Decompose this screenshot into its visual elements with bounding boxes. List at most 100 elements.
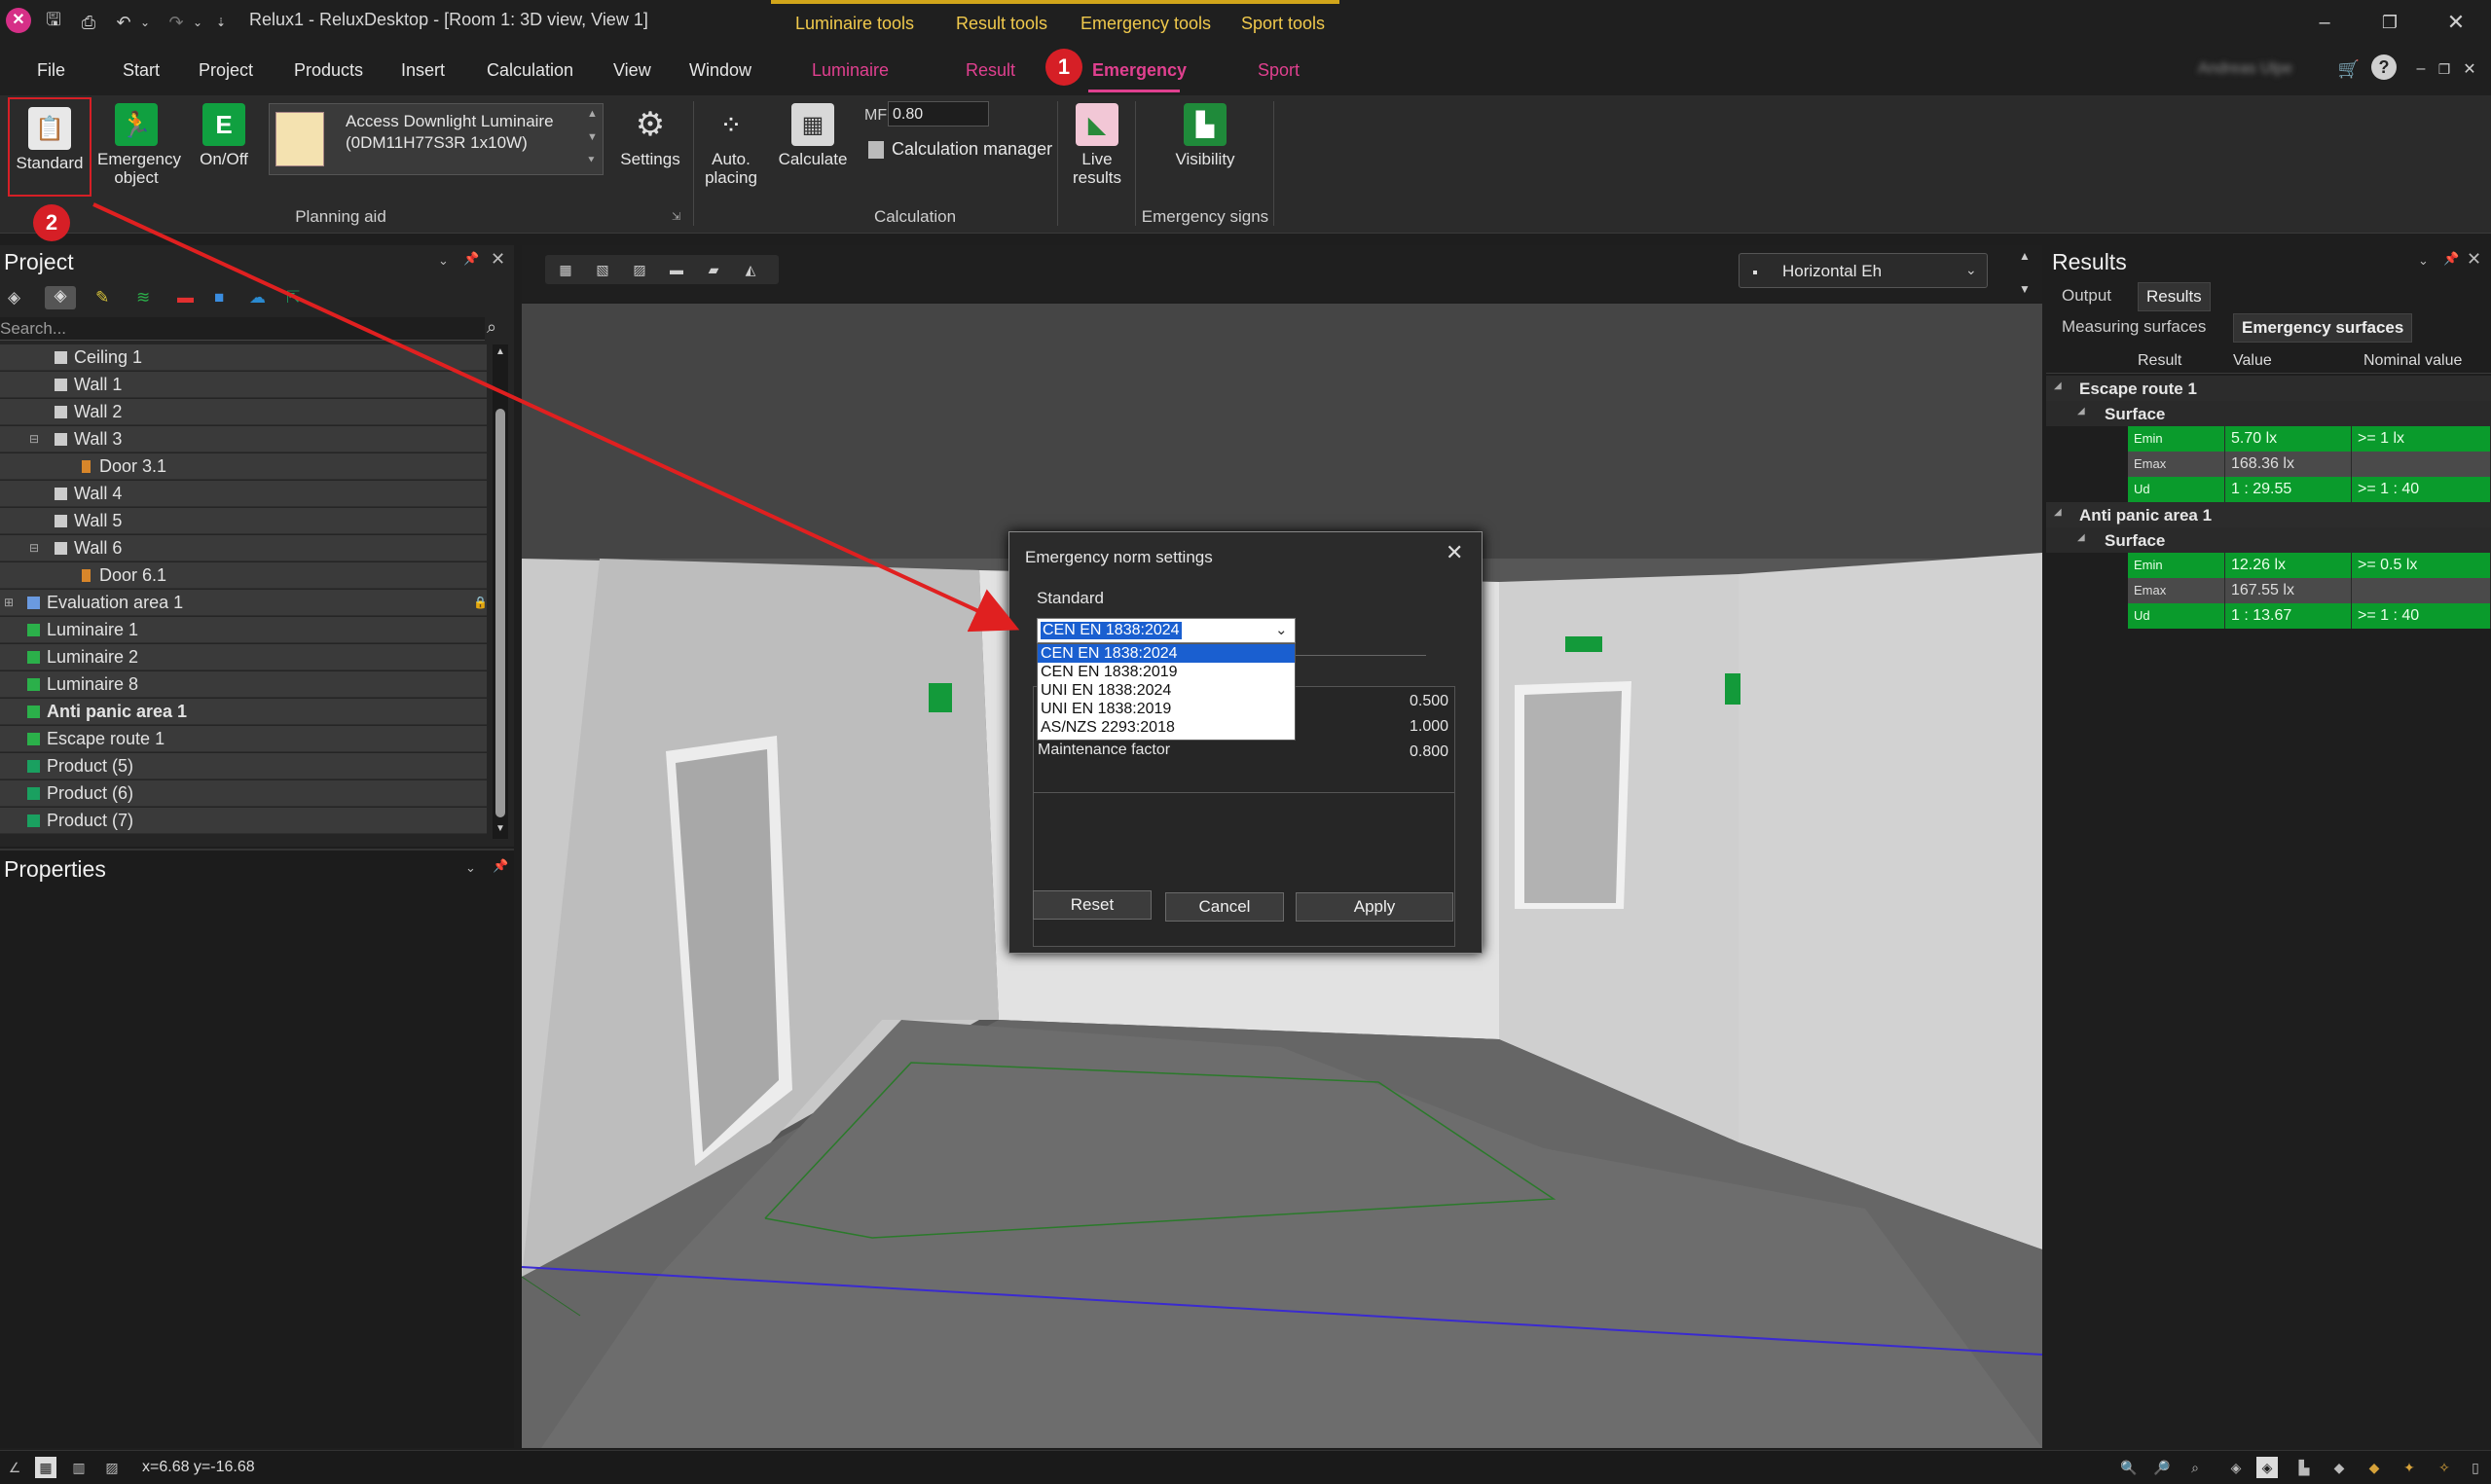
collapse-icon[interactable]: ⊟ (29, 535, 39, 561)
planning-aid-launcher-icon[interactable]: ⇲ (672, 210, 680, 223)
dropdown-option[interactable]: UNI EN 1838:2019 (1038, 700, 1295, 718)
tree-item[interactable]: Wall 2 (0, 399, 487, 425)
tree-item[interactable]: Luminaire 8 (0, 671, 487, 698)
menu-project[interactable]: Project (199, 45, 253, 95)
collapse-icon[interactable]: ◢ (2054, 380, 2062, 391)
object-icon[interactable]: ◆ (2363, 1457, 2385, 1478)
tree-item[interactable]: Luminaire 1 (0, 617, 487, 643)
menu-result[interactable]: Result (966, 45, 1015, 95)
top-view-icon[interactable]: ▧ (590, 257, 615, 282)
chart-icon[interactable]: ▥ (68, 1457, 90, 1478)
group-escape-route[interactable]: ◢ Escape route 1 (2046, 376, 2491, 401)
tree-item[interactable]: ⊟ Wall 6 (0, 535, 487, 561)
menu-calculation[interactable]: Calculation (487, 45, 573, 95)
scroll-thumb[interactable] (495, 409, 505, 817)
view-select[interactable]: Horizontal Eh ⌄ (1739, 253, 1988, 288)
redo-icon[interactable]: ↷ (162, 8, 191, 37)
export-tool-icon[interactable]: ⇱ (286, 288, 300, 308)
menu-view[interactable]: View (613, 45, 651, 95)
help-icon[interactable]: ? (2371, 54, 2397, 80)
tree-item[interactable]: Product (5) (0, 753, 487, 779)
menu-file[interactable]: File (37, 45, 65, 95)
zoom-out-icon[interactable]: ⌕ (2184, 1457, 2206, 1478)
collapse-icon[interactable]: ◢ (2077, 532, 2085, 543)
menu-sport[interactable]: Sport (1258, 45, 1300, 95)
search-icon[interactable]: ⌕ (487, 317, 496, 338)
angle-icon[interactable]: ∠ (4, 1457, 25, 1478)
standard-select[interactable]: CEN EN 1838:2024 ⌄ (1037, 618, 1296, 643)
auto-placing-button[interactable]: ⁘ Auto. placing (695, 95, 767, 204)
project-close-icon[interactable]: ✕ (491, 249, 505, 270)
results-dropdown-icon[interactable]: ⌄ (2418, 253, 2429, 269)
onoff-button[interactable]: E On/Off (185, 95, 263, 204)
dropdown-option[interactable]: AS/NZS 2293:2018 (1038, 718, 1295, 737)
grid-view-icon[interactable]: ▦ (553, 257, 578, 282)
cloud-tool-icon[interactable]: ☁ (249, 288, 266, 308)
viewport-scroll-down-icon[interactable]: ▼ (2019, 282, 2031, 296)
view-cube-icon[interactable]: ◈ (2225, 1457, 2247, 1478)
settings-button[interactable]: ⚙ Settings (613, 95, 687, 204)
customize-quick-access-icon[interactable]: ⇣ (212, 8, 230, 37)
3d-view-icon[interactable]: ◭ (738, 257, 763, 282)
minimize-window-icon[interactable]: – (2310, 8, 2339, 37)
layer-icon[interactable]: ◈ (8, 288, 20, 308)
print-icon[interactable]: ⎙ (74, 8, 103, 37)
furniture-icon[interactable]: ◆ (2328, 1457, 2350, 1478)
cancel-button[interactable]: Cancel (1165, 892, 1284, 922)
menu-start[interactable]: Start (123, 45, 160, 95)
scroll-down-icon[interactable]: ▼ (495, 823, 505, 834)
red-tool-icon[interactable]: ▬ (177, 288, 194, 308)
menu-window[interactable]: Window (689, 45, 751, 95)
menu-insert[interactable]: Insert (401, 45, 445, 95)
tab-results[interactable]: Results (2138, 282, 2211, 311)
side-view-icon[interactable]: ▨ (627, 257, 652, 282)
perspective-view-icon[interactable]: ▰ (701, 257, 726, 282)
mf-input[interactable]: 0.80 (888, 101, 989, 127)
tree-item[interactable]: Ceiling 1 (0, 344, 487, 371)
tree-item[interactable]: Door 3.1 (0, 453, 487, 480)
luminaire-tool-icon[interactable]: ✎ (95, 288, 109, 308)
user-name[interactable]: Andreas Ulpe (2198, 60, 2292, 78)
menu-products[interactable]: Products (294, 45, 363, 95)
layers-icon[interactable]: ◈ (2256, 1457, 2278, 1478)
tree-item[interactable]: Anti panic area 1 (0, 699, 487, 725)
front-view-icon[interactable]: ▬ (664, 257, 689, 282)
luminaire-scroll-down-icon[interactable]: ▼ (587, 131, 598, 143)
document-icon[interactable]: ▯ (2465, 1457, 2486, 1478)
grid-icon[interactable]: ▦ (35, 1457, 56, 1478)
menu-luminaire[interactable]: Luminaire (812, 45, 889, 95)
tree-item[interactable]: Escape route 1 (0, 726, 487, 752)
tab-measuring-surfaces[interactable]: Measuring surfaces (2062, 317, 2206, 337)
emergency-status-icon[interactable]: ✧ (2434, 1457, 2455, 1478)
undo-icon[interactable]: ↶ (109, 8, 138, 37)
tree-item[interactable]: Luminaire 2 (0, 644, 487, 670)
close-window-icon[interactable]: ✕ (2441, 8, 2471, 37)
tab-output[interactable]: Output (2062, 286, 2111, 306)
surface-row[interactable]: ◢ Surface (2046, 527, 2491, 553)
viewport-scroll-up-icon[interactable]: ▲ (2019, 249, 2031, 263)
visibility-button[interactable]: ▙ Visibility (1137, 95, 1273, 204)
project-dropdown-icon[interactable]: ⌄ (438, 253, 449, 269)
emergency-object-button[interactable]: 🏃 Emergency object (93, 95, 181, 204)
lamp-icon[interactable]: ✦ (2399, 1457, 2420, 1478)
zoom-icon[interactable]: 🔍 (2118, 1457, 2140, 1478)
cart-icon[interactable]: 🛒 (2334, 54, 2363, 84)
menu-emergency[interactable]: Emergency (1092, 45, 1187, 95)
undo-dropdown-icon[interactable]: ⌄ (136, 8, 154, 37)
layer-view-icon[interactable]: ◈ (45, 286, 76, 309)
dropdown-option[interactable]: CEN EN 1838:2024 (1038, 644, 1295, 663)
redo-dropdown-icon[interactable]: ⌄ (189, 8, 206, 37)
tree-item[interactable]: Wall 5 (0, 508, 487, 534)
image-icon[interactable]: ▨ (101, 1457, 123, 1478)
expand-icon[interactable]: ⊞ (4, 590, 14, 616)
tree-item[interactable]: Wall 4 (0, 481, 487, 507)
dialog-close-icon[interactable]: ✕ (1446, 540, 1463, 565)
properties-dropdown-icon[interactable]: ⌄ (465, 860, 476, 876)
zoom-in-icon[interactable]: 🔎 (2151, 1457, 2173, 1478)
standard-button[interactable]: 📋 Standard (8, 97, 92, 197)
project-search-input[interactable]: Search... (0, 317, 485, 341)
collapse-icon[interactable]: ⊟ (29, 426, 39, 452)
tree-item[interactable]: ⊟ Wall 3 (0, 426, 487, 452)
box-tool-icon[interactable]: ■ (214, 288, 224, 308)
collapse-icon[interactable]: ◢ (2077, 406, 2085, 416)
